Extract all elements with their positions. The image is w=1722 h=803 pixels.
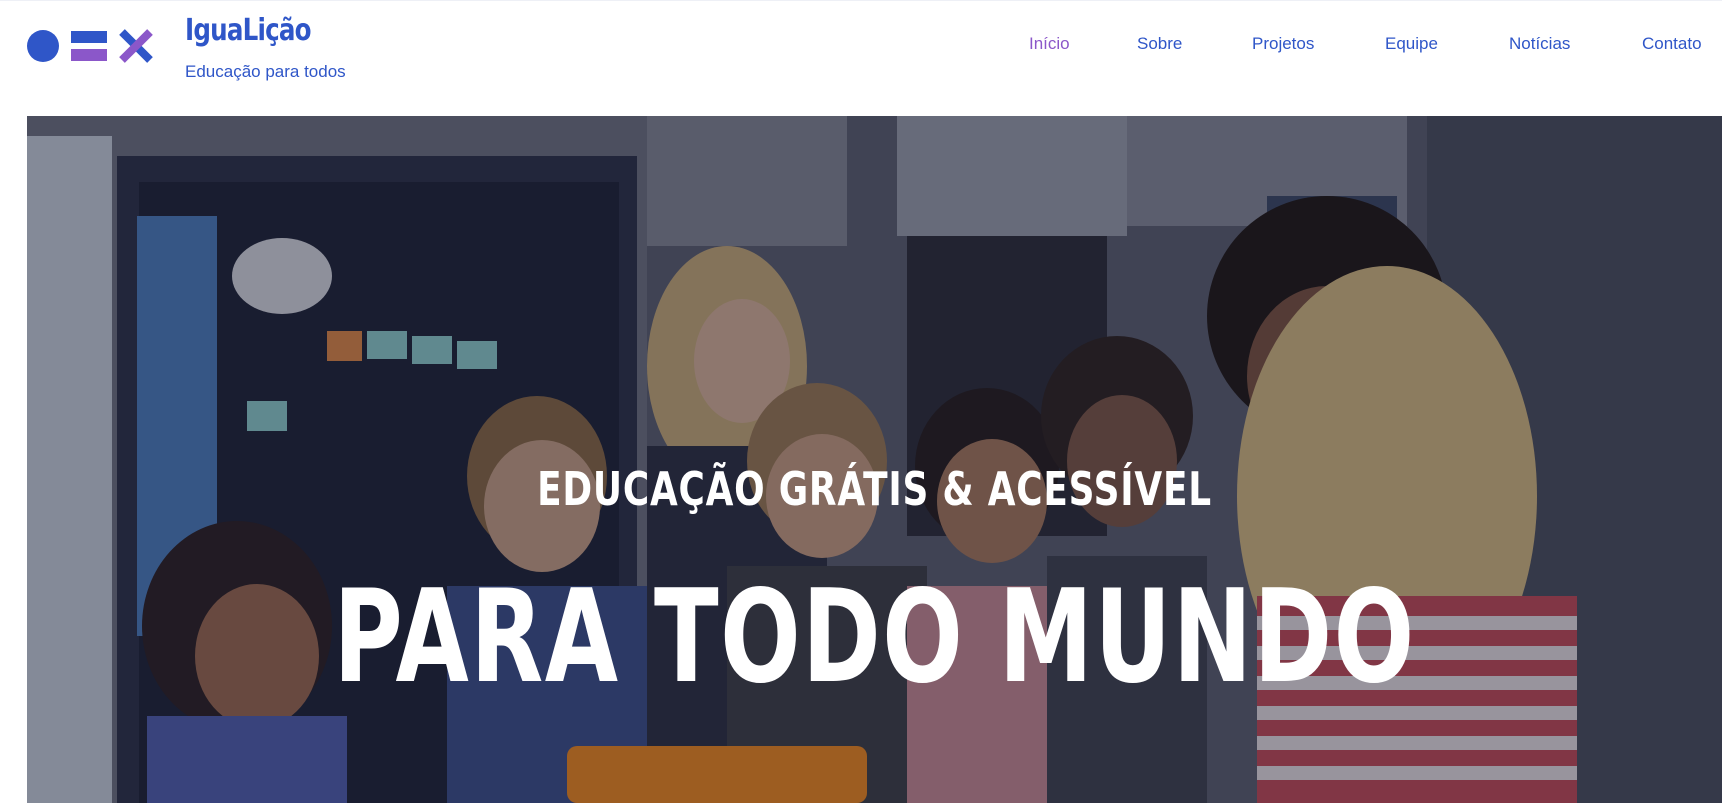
nav-item-noticias[interactable]: Notícias (1509, 34, 1570, 54)
nav-item-contato[interactable]: Contato (1642, 34, 1702, 54)
hero-subtitle: EDUCAÇÃO GRÁTIS & ACESSÍVEL (537, 462, 1212, 517)
nav-item-projetos[interactable]: Projetos (1252, 34, 1314, 54)
hero-banner: EDUCAÇÃO GRÁTIS & ACESSÍVEL PARA TODO MU… (27, 116, 1722, 803)
nav-item-sobre[interactable]: Sobre (1137, 34, 1182, 54)
site-header: IguaLição Educação para todos Início Sob… (0, 0, 1722, 116)
main-nav: Início Sobre Projetos Equipe Notícias Co… (0, 34, 1722, 58)
brand-tagline: Educação para todos (185, 62, 346, 81)
nav-item-equipe[interactable]: Equipe (1385, 34, 1438, 54)
hero-title: PARA TODO MUNDO (333, 562, 1416, 712)
nav-item-inicio[interactable]: Início (1029, 34, 1070, 54)
